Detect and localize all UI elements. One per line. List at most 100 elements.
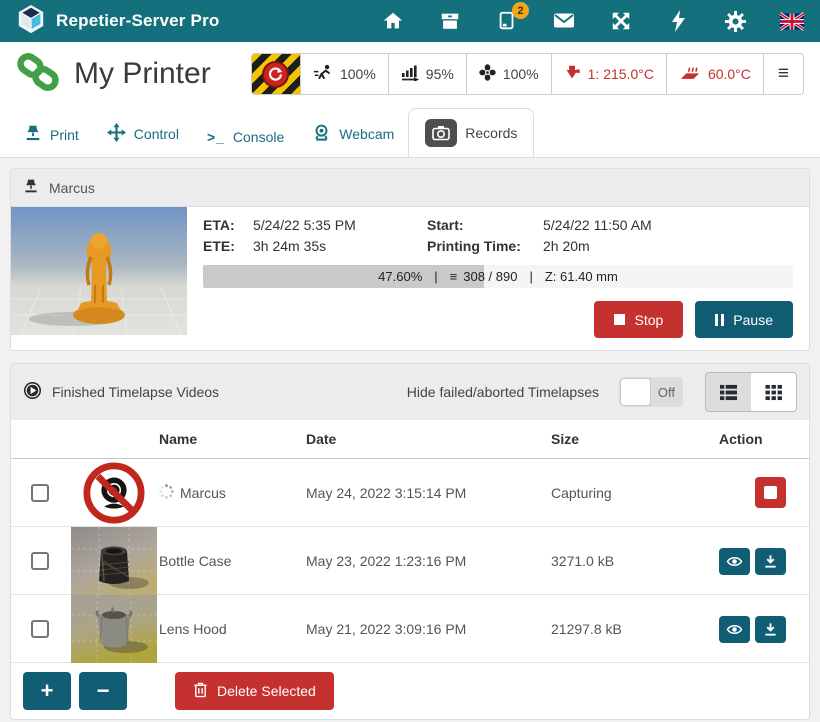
download-button[interactable] <box>755 548 786 575</box>
tab-console[interactable]: >_ Console <box>193 117 298 157</box>
brand-name: Repetier-Server Pro <box>56 11 219 31</box>
tab-webcam[interactable]: Webcam <box>298 111 408 157</box>
start-label: Start: <box>427 217 537 233</box>
language-flag-icon[interactable] <box>780 9 804 33</box>
fan-control[interactable]: 100% <box>466 54 551 94</box>
print-status-card: Marcus <box>10 168 810 351</box>
timelapse-title: Finished Timelapse Videos <box>52 384 219 400</box>
printer-toolbar: 100% 95% <box>251 53 804 95</box>
print-icon <box>24 124 42 145</box>
row-checkbox[interactable] <box>31 620 49 638</box>
hide-failed-toggle[interactable]: Off <box>619 377 683 407</box>
tab-print[interactable]: Print <box>10 112 93 157</box>
video-thumbnail <box>71 527 157 595</box>
grid-view-button[interactable] <box>751 373 796 411</box>
row-size: 21297.8 kB <box>551 621 701 637</box>
printer-header: My Printer 100% <box>0 42 820 106</box>
mail-icon[interactable] <box>552 9 576 33</box>
row-name: Marcus <box>180 485 226 501</box>
col-name: Name <box>159 431 306 447</box>
heated-bed-icon <box>679 64 701 84</box>
emergency-stop-button[interactable] <box>252 54 300 94</box>
col-action: Action <box>701 431 809 447</box>
delete-selected-button[interactable]: Delete Selected <box>175 672 334 710</box>
speed-value: 100% <box>340 66 376 82</box>
layers-icon: ≡ <box>450 269 458 284</box>
timelapse-table: Name Date Size Action <box>11 420 809 663</box>
archive-box-icon[interactable] <box>438 9 462 33</box>
bed-temp-value: 60.0°C <box>708 66 751 82</box>
ete-label: ETE: <box>203 238 247 254</box>
progress-z: Z: 61.40 mm <box>545 269 618 284</box>
printer-job-icon <box>23 178 39 197</box>
speed-control[interactable]: 100% <box>300 54 388 94</box>
progress-percent: 47.60% <box>378 269 422 284</box>
select-all-button[interactable]: + <box>23 672 71 710</box>
gear-icon[interactable] <box>723 9 747 33</box>
fan-value: 100% <box>503 66 539 82</box>
download-button[interactable] <box>755 616 786 643</box>
row-date: May 24, 2022 3:15:14 PM <box>306 485 551 501</box>
print-jobs-icon[interactable]: 2 <box>495 9 519 33</box>
table-row: Lens Hood May 21, 2022 3:09:16 PM 21297.… <box>11 595 809 663</box>
flow-control[interactable]: 95% <box>388 54 466 94</box>
stop-recording-button[interactable] <box>755 477 786 508</box>
speed-runner-icon <box>313 64 333 84</box>
navbar-icons: 2 <box>381 9 804 33</box>
top-navbar: Repetier-Server Pro 2 <box>0 0 820 42</box>
fan-icon <box>479 64 496 84</box>
view-mode-group <box>705 372 797 412</box>
extruder-temp-value: 1: 215.0°C <box>588 66 654 82</box>
timelapse-footer: + − Delete Selected <box>11 663 809 719</box>
preview-button[interactable] <box>719 616 750 643</box>
start-value: 5/24/22 11:50 AM <box>543 217 793 233</box>
row-date: May 23, 2022 1:23:16 PM <box>306 553 551 569</box>
trash-icon <box>193 681 208 701</box>
table-row: Marcus May 24, 2022 3:15:14 PM Capturing <box>11 459 809 527</box>
spinner-icon <box>159 484 174 502</box>
hide-toggle-label: Hide failed/aborted Timelapses <box>407 384 599 400</box>
row-name: Lens Hood <box>159 621 227 637</box>
row-date: May 21, 2022 3:09:16 PM <box>306 621 551 637</box>
extruder-temp-control[interactable]: 1: 215.0°C <box>551 54 666 94</box>
eta-value: 5/24/22 5:35 PM <box>253 217 421 233</box>
progress-layers: 308 / 890 <box>463 269 517 284</box>
table-row: Bottle Case May 23, 2022 1:23:16 PM 3271… <box>11 527 809 595</box>
bed-temp-control[interactable]: 60.0°C <box>666 54 763 94</box>
printer-menu-button[interactable]: ≡ <box>763 54 803 94</box>
row-name: Bottle Case <box>159 553 231 569</box>
tab-records[interactable]: Records <box>408 108 534 158</box>
lightning-icon[interactable] <box>666 9 690 33</box>
col-date: Date <box>306 431 551 447</box>
tab-bar: Print Control >_ Console Webcam <box>0 106 820 158</box>
eta-label: ETA: <box>203 217 247 233</box>
home-icon[interactable] <box>381 9 405 33</box>
expand-arrows-icon[interactable] <box>609 9 633 33</box>
table-header-row: Name Date Size Action <box>11 420 809 459</box>
deselect-all-button[interactable]: − <box>79 672 127 710</box>
preview-button[interactable] <box>719 548 750 575</box>
row-checkbox[interactable] <box>31 552 49 570</box>
print-progress-bar: 47.60% | ≡ 308 / 890 | Z: 61.40 mm <box>203 265 793 288</box>
row-checkbox[interactable] <box>31 484 49 502</box>
pause-button[interactable]: Pause <box>695 301 793 338</box>
main-content: Marcus <box>0 158 820 722</box>
job-preview-image <box>11 207 187 335</box>
list-view-button[interactable] <box>706 373 751 411</box>
play-circle-icon <box>23 381 42 403</box>
repetier-logo-icon <box>16 4 46 39</box>
col-size: Size <box>551 431 701 447</box>
timelapse-card: Finished Timelapse Videos Hide failed/ab… <box>10 363 810 720</box>
job-header: Marcus <box>11 169 809 207</box>
notification-badge: 2 <box>512 2 529 19</box>
control-arrows-icon <box>107 123 126 145</box>
toggle-state: Off <box>658 377 675 407</box>
tab-control[interactable]: Control <box>93 111 193 157</box>
video-thumbnail <box>71 595 157 663</box>
webcam-icon <box>312 123 331 145</box>
row-size: 3271.0 kB <box>551 553 701 569</box>
stop-button[interactable]: Stop <box>594 301 683 338</box>
no-webcam-icon <box>69 462 159 524</box>
flow-value: 95% <box>426 66 454 82</box>
job-name: Marcus <box>49 180 95 196</box>
